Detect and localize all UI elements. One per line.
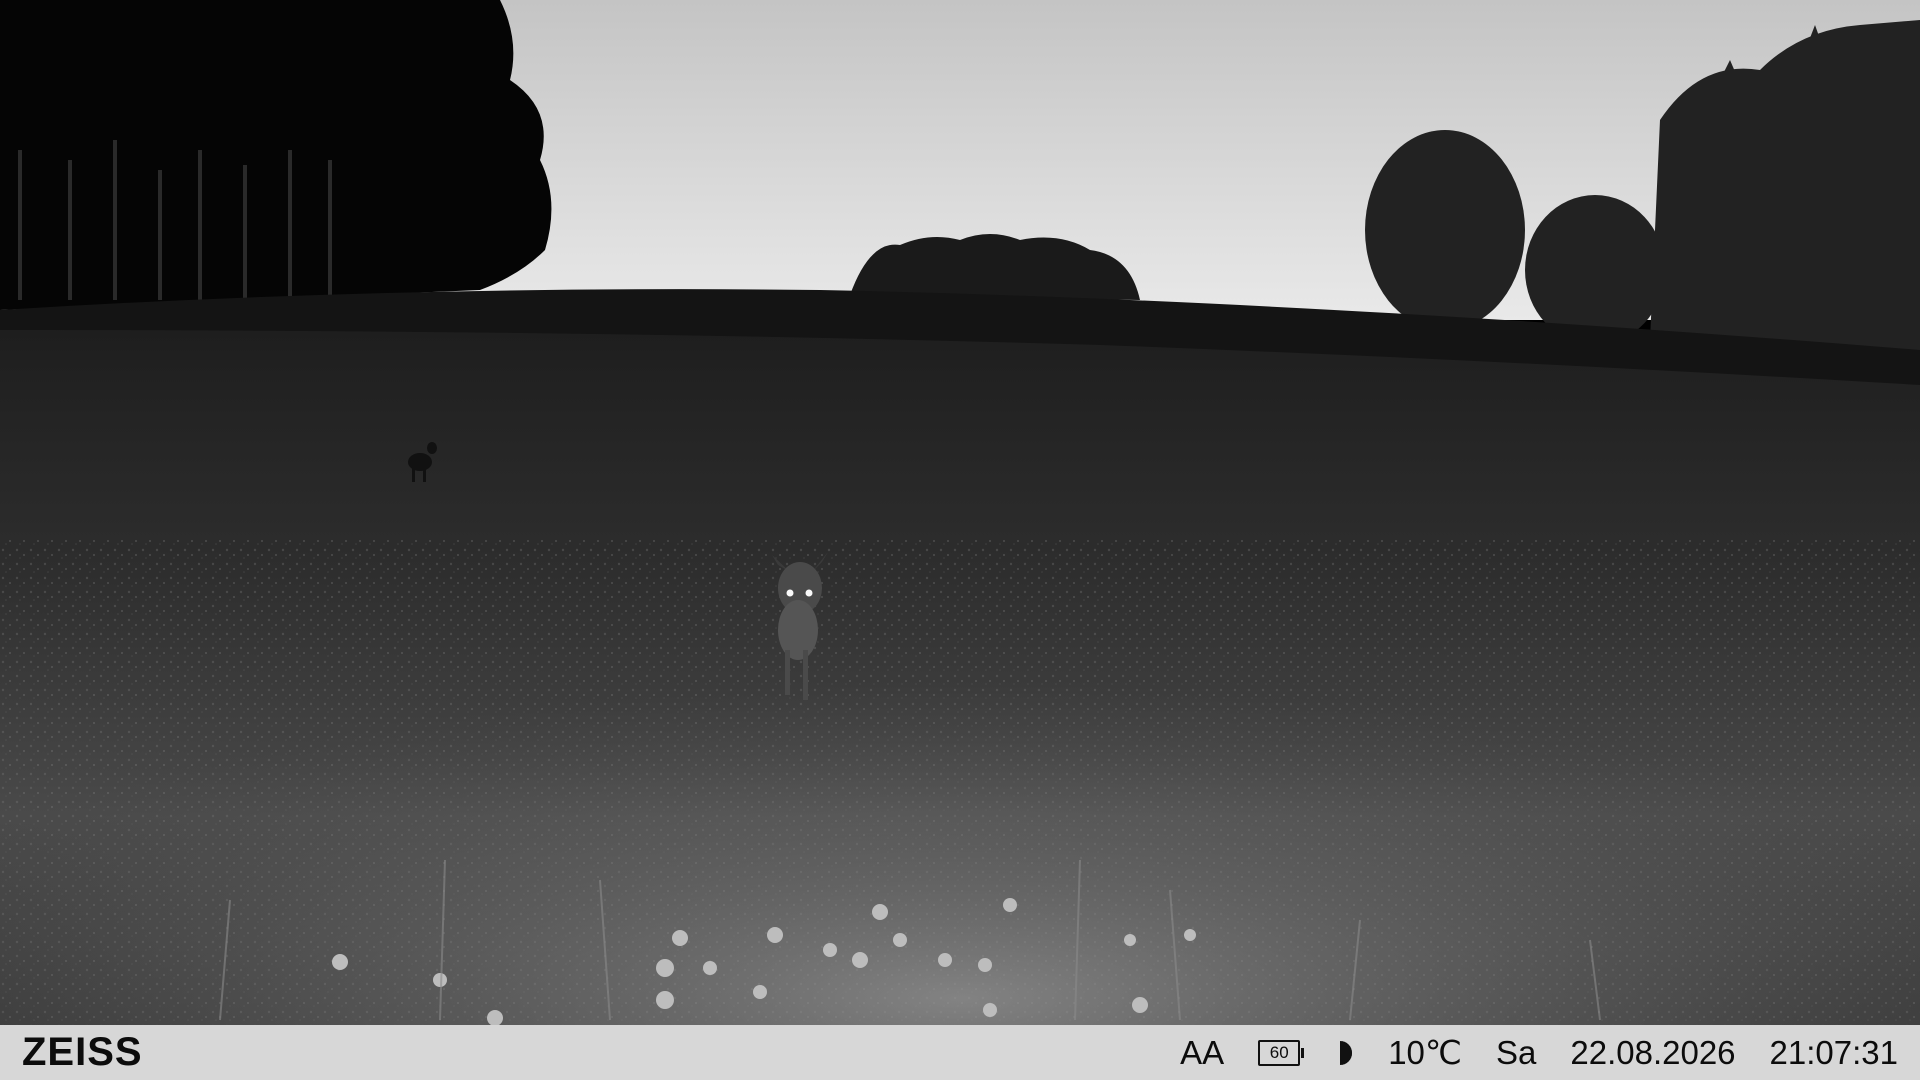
battery-indicator: 60: [1258, 1039, 1305, 1066]
camera-info-bar: ZEISS AA 60 10℃ Sa 22.08.2026 21:07:31: [0, 1025, 1920, 1080]
date: 22.08.2026: [1570, 1033, 1736, 1071]
weekday: Sa: [1495, 1033, 1537, 1071]
left-forest: [0, 0, 552, 310]
battery-icon: 60: [1258, 1039, 1305, 1066]
deer-eye-left: [786, 589, 794, 597]
deer-eye-right: [805, 589, 813, 597]
moon-phase-icon: [1340, 1040, 1353, 1065]
brand-logo: ZEISS: [22, 1030, 143, 1074]
moon-phase: [1334, 1040, 1354, 1066]
night-field-scene: [0, 0, 1920, 1025]
temperature: 10℃: [1388, 1034, 1462, 1071]
time: 21:07:31: [1769, 1033, 1898, 1071]
mode-label: AA: [1180, 1033, 1225, 1071]
camera-image: [0, 0, 1920, 1025]
ir-illumination: [0, 500, 1920, 1025]
